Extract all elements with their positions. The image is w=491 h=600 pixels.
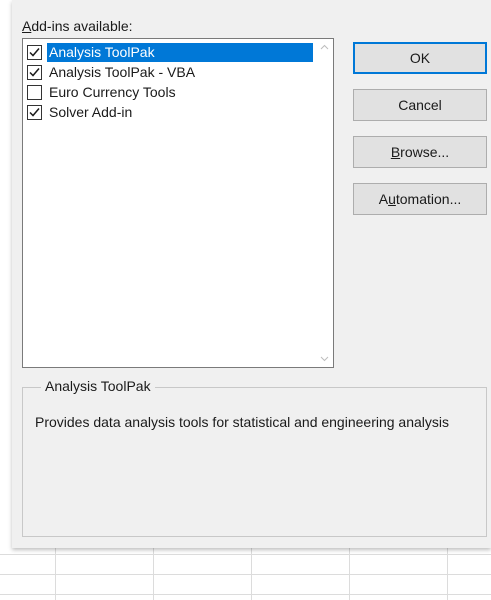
- add-ins-available-label: Add-ins available:: [22, 18, 133, 34]
- add-ins-dialog: Add-ins available: Analysis ToolPak Anal…: [12, 0, 491, 548]
- description-text: Provides data analysis tools for statist…: [35, 414, 450, 430]
- checkbox-analysis-toolpak-vba[interactable]: [27, 65, 42, 80]
- list-item-label: Euro Currency Tools: [49, 84, 176, 100]
- list-item-solver-add-in[interactable]: Solver Add-in: [26, 103, 313, 122]
- add-ins-list[interactable]: Analysis ToolPak Analysis ToolPak - VBA …: [22, 38, 334, 368]
- check-icon: [29, 48, 40, 57]
- list-scrollbar[interactable]: [316, 39, 333, 367]
- spreadsheet-grid: [0, 548, 491, 600]
- list-item-label: Solver Add-in: [49, 104, 133, 120]
- list-item-analysis-toolpak-vba[interactable]: Analysis ToolPak - VBA: [26, 63, 313, 82]
- description-group: Analysis ToolPak Provides data analysis …: [22, 378, 487, 537]
- list-item-analysis-toolpak[interactable]: Analysis ToolPak: [26, 43, 313, 62]
- list-item-euro-currency-tools[interactable]: Euro Currency Tools: [26, 83, 313, 102]
- cancel-button[interactable]: Cancel: [353, 89, 487, 121]
- description-title: Analysis ToolPak: [41, 378, 155, 394]
- checkbox-analysis-toolpak[interactable]: [27, 45, 42, 60]
- checkbox-euro-currency-tools[interactable]: [27, 85, 42, 100]
- chevron-up-icon[interactable]: [319, 42, 330, 53]
- chevron-down-icon[interactable]: [319, 353, 330, 364]
- checkbox-solver-add-in[interactable]: [27, 105, 42, 120]
- automation-button[interactable]: Automation...: [353, 183, 487, 215]
- list-item-label: Analysis ToolPak - VBA: [49, 64, 196, 80]
- check-icon: [29, 68, 40, 77]
- list-item-label: Analysis ToolPak: [47, 43, 313, 62]
- ok-button[interactable]: OK: [353, 42, 487, 74]
- browse-button[interactable]: Browse...: [353, 136, 487, 168]
- check-icon: [29, 108, 40, 117]
